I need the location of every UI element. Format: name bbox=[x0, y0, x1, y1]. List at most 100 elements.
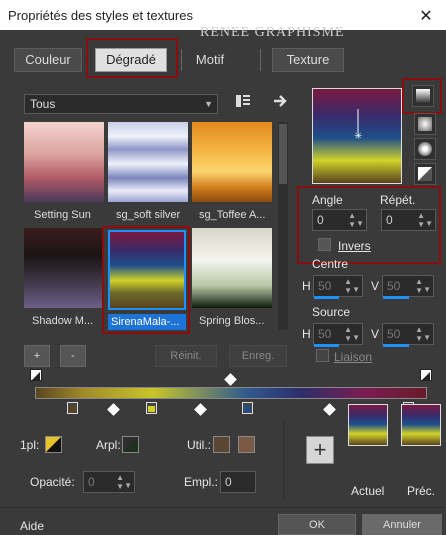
gradient-editor-bar[interactable] bbox=[35, 387, 427, 399]
repeat-spinner[interactable]: 0 ▲ ▼ ▼ bbox=[381, 209, 436, 231]
tab-separator bbox=[260, 49, 261, 71]
gradient-list-scrollbar[interactable] bbox=[278, 122, 288, 330]
tab-texture[interactable]: Texture bbox=[272, 48, 344, 72]
spin-arrows-icon[interactable]: ▲ ▼ bbox=[417, 211, 425, 229]
help-link[interactable]: Aide bbox=[20, 519, 44, 533]
util-color-swatch-2[interactable] bbox=[238, 436, 255, 453]
midpoint-marker[interactable] bbox=[107, 403, 120, 416]
gradient-label: sg_Toffee A... bbox=[199, 209, 266, 221]
stop-swatch bbox=[69, 406, 76, 412]
midpoint-marker[interactable] bbox=[323, 403, 336, 416]
opacity-value: 0 bbox=[88, 475, 95, 489]
source-v-slider[interactable] bbox=[383, 344, 409, 347]
empl-field[interactable]: 0 bbox=[220, 471, 256, 493]
gradient-tile-sirenamala[interactable] bbox=[108, 230, 186, 310]
category-dropdown[interactable]: Tous ▼ bbox=[24, 94, 218, 114]
rectangular-gradient-button[interactable] bbox=[414, 113, 436, 135]
gradient-tile-soft-silver[interactable] bbox=[108, 122, 188, 202]
spin-arrows-icon[interactable]: ▲ ▼ bbox=[344, 325, 352, 343]
midpoint-marker[interactable] bbox=[194, 403, 207, 416]
source-h-slider[interactable] bbox=[314, 344, 339, 347]
chevron-down-icon[interactable]: ▼ bbox=[356, 214, 364, 234]
source-label: Source bbox=[312, 305, 351, 319]
gradient-tile-toffee[interactable] bbox=[192, 122, 272, 202]
color-stop[interactable] bbox=[67, 402, 78, 414]
source-v-spinner[interactable]: 50 ▲ ▼ ▼ bbox=[382, 323, 434, 348]
gradient-tile-shadow[interactable] bbox=[24, 228, 104, 308]
center-h-value: 50 bbox=[318, 279, 332, 293]
center-v-value: 50 bbox=[387, 279, 401, 293]
angle-spinner[interactable]: 0 ▲ ▼ ▼ bbox=[312, 209, 367, 231]
invert-checkbox[interactable] bbox=[318, 238, 331, 251]
footer-divider bbox=[0, 507, 446, 508]
linear-gradient-icon bbox=[416, 89, 430, 103]
center-h-label: H bbox=[302, 279, 311, 293]
chevron-down-icon[interactable]: ▼ bbox=[425, 214, 433, 234]
sunburst-gradient-button[interactable] bbox=[414, 163, 436, 185]
pl-color-swatch[interactable] bbox=[45, 436, 62, 453]
tab-degrade[interactable]: Dégradé bbox=[95, 48, 167, 72]
linear-gradient-button[interactable] bbox=[412, 85, 434, 107]
current-label: Actuel bbox=[351, 484, 385, 498]
radial-gradient-button[interactable] bbox=[414, 138, 436, 160]
angle-value: 0 bbox=[317, 213, 324, 227]
center-v-spinner[interactable]: 50 ▲ ▼ ▼ bbox=[382, 275, 434, 300]
gradient-top-stop[interactable] bbox=[30, 369, 42, 381]
spin-arrows-icon[interactable]: ▲ ▼ bbox=[415, 277, 423, 295]
source-v-label: V bbox=[371, 327, 380, 341]
chevron-down-icon[interactable]: ▼ bbox=[423, 280, 431, 300]
chevron-down-icon[interactable]: ▼ bbox=[423, 328, 431, 348]
chevron-down-icon[interactable]: ▼ bbox=[124, 476, 132, 496]
chevron-down-icon[interactable]: ▼ bbox=[352, 328, 360, 348]
arpl-color-swatch[interactable] bbox=[122, 436, 139, 453]
color-stop[interactable] bbox=[242, 402, 253, 414]
save-button[interactable]: Enreg. bbox=[229, 345, 287, 367]
center-v-slider[interactable] bbox=[383, 296, 409, 299]
scrollbar-thumb[interactable] bbox=[279, 124, 287, 184]
source-v-value: 50 bbox=[387, 327, 401, 341]
chevron-down-icon[interactable]: ▼ bbox=[352, 280, 360, 300]
util-label: Util.: bbox=[187, 438, 211, 452]
empl-value: 0 bbox=[225, 475, 232, 489]
ok-button[interactable]: OK bbox=[278, 514, 356, 535]
midpoint-marker[interactable] bbox=[224, 373, 237, 386]
opacity-spinner[interactable]: 0 ▲ ▼ ▼ bbox=[83, 471, 135, 493]
gradient-tile-spring-blossom[interactable] bbox=[192, 228, 272, 308]
previous-label: Préc. bbox=[407, 484, 436, 498]
angle-label: Angle bbox=[312, 193, 343, 207]
reset-button[interactable]: Réinit. bbox=[155, 345, 217, 367]
library-icon[interactable] bbox=[235, 93, 251, 109]
center-h-spinner[interactable]: 50 ▲ ▼ ▼ bbox=[313, 275, 363, 300]
current-preview-swatch[interactable] bbox=[348, 404, 388, 446]
svg-text:✳: ✳ bbox=[354, 131, 362, 142]
center-h-slider[interactable] bbox=[314, 296, 339, 299]
gradient-label-selected: SirenaMala-... bbox=[108, 314, 186, 330]
color-stop[interactable] bbox=[146, 402, 157, 414]
category-value: Tous bbox=[30, 97, 56, 111]
watermark: RENEE GRAPHISME bbox=[200, 25, 345, 40]
gradient-label: Shadow M... bbox=[32, 315, 94, 327]
opacity-label: Opacité: bbox=[30, 475, 75, 489]
close-icon[interactable]: ✕ bbox=[414, 6, 438, 26]
spin-arrows-icon[interactable]: ▲ ▼ bbox=[348, 211, 356, 229]
spin-arrows-icon[interactable]: ▲ ▼ bbox=[116, 473, 124, 491]
previous-preview-swatch[interactable] bbox=[401, 404, 441, 446]
spin-arrows-icon[interactable]: ▲ ▼ bbox=[344, 277, 352, 295]
section-divider bbox=[283, 420, 284, 500]
remove-gradient-button[interactable]: - bbox=[60, 345, 86, 367]
tab-couleur[interactable]: Couleur bbox=[14, 48, 82, 72]
stop-swatch bbox=[244, 406, 251, 412]
add-swatch-button[interactable]: + bbox=[306, 436, 334, 464]
link-checkbox[interactable] bbox=[316, 349, 329, 362]
tab-motif[interactable]: Motif bbox=[182, 48, 238, 72]
gradient-top-stop[interactable] bbox=[420, 369, 432, 381]
source-h-spinner[interactable]: 50 ▲ ▼ ▼ bbox=[313, 323, 363, 348]
rectangular-gradient-icon bbox=[418, 117, 432, 131]
add-gradient-button[interactable]: + bbox=[24, 345, 50, 367]
gradient-preview[interactable]: ✳ bbox=[312, 88, 402, 184]
util-color-swatch-1[interactable] bbox=[213, 436, 230, 453]
gradient-tile-setting-sun[interactable] bbox=[24, 122, 104, 202]
arrow-right-icon[interactable] bbox=[272, 93, 288, 109]
spin-arrows-icon[interactable]: ▲ ▼ bbox=[415, 325, 423, 343]
cancel-button[interactable]: Annuler bbox=[362, 514, 442, 535]
